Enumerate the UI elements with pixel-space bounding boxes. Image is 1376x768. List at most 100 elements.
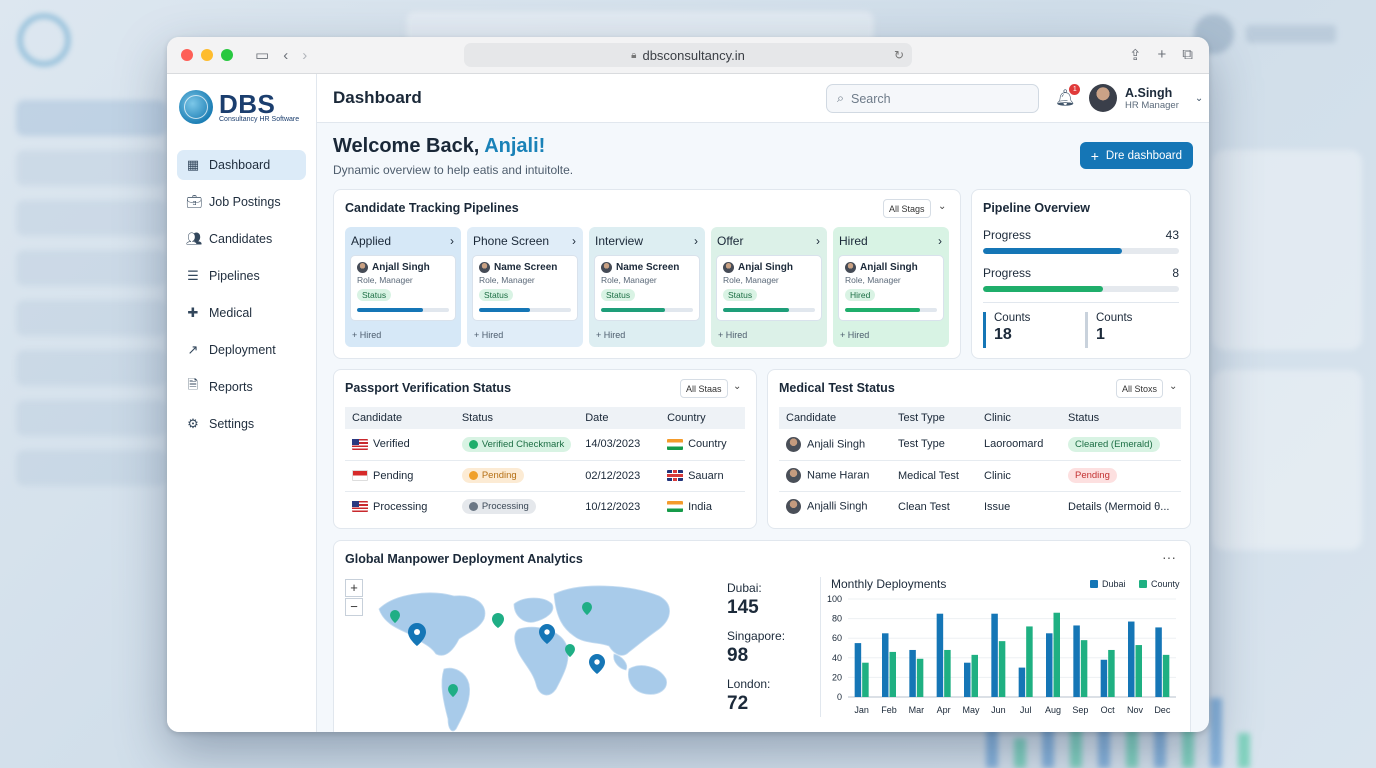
- candidate-card[interactable]: Anjall Singh Role, Manager Status: [350, 255, 456, 321]
- chevron-down-icon[interactable]: ⌄: [1169, 381, 1177, 392]
- bar-county[interactable]: [1108, 649, 1115, 697]
- bar-dubai[interactable]: [964, 662, 971, 697]
- bar-county[interactable]: [862, 662, 869, 697]
- brand-logo[interactable]: DBS Consultancy HR Software: [179, 90, 316, 124]
- column-header[interactable]: Candidate: [779, 407, 891, 429]
- sidebar-toggle-icon[interactable]: ▭: [255, 46, 269, 64]
- chevron-right-icon[interactable]: ›: [816, 234, 820, 248]
- x-tick-label: Nov: [1127, 705, 1144, 715]
- bar-county[interactable]: [944, 649, 951, 697]
- pipeline-stage[interactable]: Hired › Anjall Singh Role, Manager Hired …: [833, 227, 949, 347]
- bar-dubai[interactable]: [1018, 667, 1026, 697]
- table-row[interactable]: Verified Verified Checkmark 14/03/2023 C…: [345, 429, 745, 461]
- reload-icon[interactable]: ↻: [894, 48, 904, 62]
- dashboard-button[interactable]: + Dre dashboard: [1079, 142, 1193, 169]
- stage-footer-link[interactable]: + Hired: [474, 330, 503, 340]
- sidebar-item-pipelines[interactable]: ☰ Pipelines: [177, 261, 306, 291]
- column-header[interactable]: Status: [1061, 407, 1181, 429]
- more-options-icon[interactable]: ···: [1162, 549, 1176, 565]
- forward-icon[interactable]: ›: [302, 47, 307, 64]
- sidebar-item-medical[interactable]: ✚ Medical: [177, 298, 306, 328]
- chevron-right-icon[interactable]: ›: [450, 234, 454, 248]
- back-icon[interactable]: ‹: [283, 47, 288, 64]
- bar-dubai[interactable]: [1155, 627, 1162, 697]
- user-menu[interactable]: A.Singh HR Manager ⌄: [1089, 84, 1203, 112]
- column-header[interactable]: Status: [454, 407, 579, 429]
- pipeline-stage[interactable]: Offer › Anjal Singh Role, Manager Status …: [711, 227, 827, 347]
- bar-dubai[interactable]: [854, 643, 862, 697]
- column-header[interactable]: Candidate: [345, 407, 455, 429]
- sidebar-item-settings[interactable]: ⚙ Settings: [177, 409, 306, 439]
- table-row[interactable]: Pending Pending 02/12/2023 Sauarn: [345, 460, 745, 492]
- bar-county[interactable]: [889, 651, 897, 697]
- medical-filter[interactable]: All Stoxs: [1116, 379, 1164, 398]
- table-row[interactable]: Name Haran Medical Test Clinic Pending: [779, 460, 1181, 492]
- bar-county[interactable]: [1135, 645, 1143, 697]
- bar-dubai[interactable]: [936, 613, 944, 697]
- column-header[interactable]: Clinic: [977, 407, 1061, 429]
- column-header[interactable]: Test Type: [891, 407, 977, 429]
- bar-county[interactable]: [1080, 640, 1088, 697]
- zoom-out-button[interactable]: −: [345, 598, 363, 616]
- flag-icon: [352, 470, 368, 482]
- column-header[interactable]: Country: [660, 407, 745, 429]
- bar-dubai[interactable]: [909, 649, 916, 697]
- chevron-right-icon[interactable]: ›: [938, 234, 942, 248]
- country-cell: Country: [688, 438, 727, 451]
- stage-footer-link[interactable]: + Hired: [718, 330, 747, 340]
- table-row[interactable]: Anjalli Singh Clean Test Issue Details (…: [779, 491, 1181, 522]
- stage-footer-link[interactable]: + Hired: [840, 330, 869, 340]
- bar-county[interactable]: [998, 641, 1006, 697]
- maximize-window-button[interactable]: [221, 49, 233, 61]
- stage-footer-link[interactable]: + Hired: [596, 330, 625, 340]
- pipeline-stage[interactable]: Applied › Anjall Singh Role, Manager Stat…: [345, 227, 461, 347]
- table-row[interactable]: Processing Processing 10/12/2023 India: [345, 491, 745, 522]
- chevron-down-icon[interactable]: ⌄: [938, 201, 946, 212]
- sidebar-item-dashboard[interactable]: ▦ Dashboard: [177, 150, 306, 180]
- address-bar[interactable]: 🔒︎ dbsconsultancy.in ↻: [464, 43, 912, 67]
- close-window-button[interactable]: [181, 49, 193, 61]
- bar-county[interactable]: [1162, 654, 1170, 697]
- bar-dubai[interactable]: [1046, 633, 1053, 697]
- chevron-right-icon[interactable]: ›: [572, 234, 576, 248]
- status-badge: Status: [479, 289, 514, 301]
- bar-dubai[interactable]: [1128, 621, 1135, 697]
- candidate-card[interactable]: Name Screen Role, Manager Status: [594, 255, 700, 321]
- bar-county[interactable]: [971, 654, 979, 697]
- bar-dubai[interactable]: [1100, 659, 1108, 697]
- candidate-card[interactable]: Name Screen Role, Manager Status: [472, 255, 578, 321]
- table-row[interactable]: Anjali Singh Test Type Laoroomard Cleare…: [779, 429, 1181, 461]
- sidebar-item-candidates[interactable]: 👥︎ Candidates: [177, 224, 306, 254]
- x-tick-label: Feb: [881, 705, 897, 715]
- notifications-button[interactable]: 🔔︎ 1: [1055, 84, 1081, 108]
- bar-dubai[interactable]: [991, 613, 998, 697]
- pipelines-filter[interactable]: All Stags: [883, 199, 931, 218]
- sidebar-item-deployment[interactable]: ↗ Deployment: [177, 335, 306, 365]
- candidate-card[interactable]: Anjal Singh Role, Manager Status: [716, 255, 822, 321]
- new-tab-icon[interactable]: +: [1158, 46, 1167, 64]
- zoom-in-button[interactable]: +: [345, 579, 363, 597]
- pipeline-stage[interactable]: Phone Screen › Name Screen Role, Manager …: [467, 227, 583, 347]
- passport-filter[interactable]: All Staas: [680, 379, 728, 398]
- date-cell: 02/12/2023: [578, 460, 661, 492]
- tabs-overview-icon[interactable]: ⧉: [1182, 46, 1193, 64]
- bar-county[interactable]: [1026, 626, 1033, 697]
- bar-county[interactable]: [916, 658, 924, 697]
- share-icon[interactable]: ⇪: [1129, 46, 1142, 64]
- status-dot-icon: [468, 502, 478, 512]
- stage-footer-link[interactable]: + Hired: [352, 330, 381, 340]
- column-header[interactable]: Date: [578, 407, 661, 429]
- minimize-window-button[interactable]: [201, 49, 213, 61]
- candidate-card[interactable]: Anjall Singh Role, Manager Hired: [838, 255, 944, 321]
- map-pin-icon[interactable]: [492, 613, 504, 628]
- sidebar-item-job-postings[interactable]: 💼︎ Job Postings: [177, 187, 306, 217]
- world-map[interactable]: [374, 574, 704, 732]
- bar-dubai[interactable]: [882, 633, 889, 697]
- bar-county[interactable]: [1053, 612, 1061, 697]
- chevron-down-icon[interactable]: ⌄: [733, 381, 741, 392]
- sidebar-item-reports[interactable]: 🗎 Reports: [177, 372, 306, 402]
- pipeline-stage[interactable]: Interview › Name Screen Role, Manager Sta…: [589, 227, 705, 347]
- search-input[interactable]: ⌕ Search: [826, 84, 1039, 113]
- chevron-right-icon[interactable]: ›: [694, 234, 698, 248]
- bar-dubai[interactable]: [1073, 625, 1080, 697]
